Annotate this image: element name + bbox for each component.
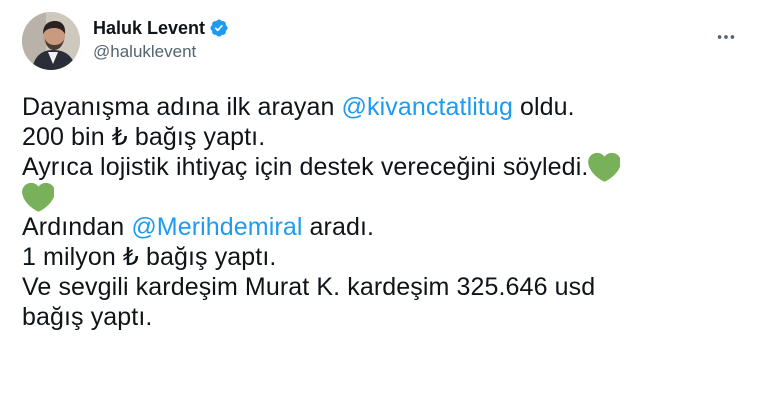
text-segment: Ve sevgili kardeşim Murat K. kardeşim 32… (22, 273, 596, 301)
author-handle[interactable]: @haluklevent (93, 41, 229, 63)
text-segment: Ayrıca lojistik ihtiyaç için destek vere… (22, 153, 589, 181)
tweet-header: Haluk Levent @haluklevent (22, 10, 748, 72)
name-row: Haluk Levent (93, 17, 229, 39)
tweet-line-2: 200 bin ₺ bağış yaptı. (22, 122, 748, 152)
text-segment: Dayanışma adına ilk arayan (22, 93, 342, 121)
mention-link[interactable]: @Merihdemiral (131, 212, 302, 242)
tweet-line-4 (22, 182, 748, 212)
tweet-line-5: Ardından @Merihdemiral aradı. (22, 212, 748, 242)
avatar-photo-icon (22, 12, 80, 70)
tweet-line-6: 1 milyon ₺ bağış yaptı. (22, 242, 748, 272)
tweet-card: Haluk Levent @haluklevent Dayanışma adın… (0, 0, 770, 403)
text-segment: aradı. (302, 213, 375, 241)
text-segment: oldu. (512, 93, 575, 121)
text-segment: bağış yaptı. (22, 303, 153, 331)
tweet-text: Dayanışma adına ilk arayan @kivanctatlit… (22, 92, 748, 332)
verified-badge-icon[interactable] (209, 18, 229, 38)
tweet-line-3: Ayrıca lojistik ihtiyaç için destek vere… (22, 152, 748, 182)
text-segment: 1 milyon ₺ bağış yaptı. (22, 243, 277, 271)
tweet-line-8: bağış yaptı. (22, 302, 748, 332)
text-segment: Ardından (22, 213, 132, 241)
author-names: Haluk Levent @haluklevent (93, 17, 229, 63)
ellipsis-icon (717, 35, 735, 39)
tweet-line-7: Ve sevgili kardeşim Murat K. kardeşim 32… (22, 272, 748, 302)
green-heart-icon (588, 152, 621, 182)
tweet-line-1: Dayanışma adına ilk arayan @kivanctatlit… (22, 92, 748, 122)
text-segment: 200 bin ₺ bağış yaptı. (22, 123, 266, 151)
display-name[interactable]: Haluk Levent (93, 17, 205, 39)
mention-link[interactable]: @kivanctatlitug (342, 92, 513, 122)
green-heart-icon (22, 182, 54, 212)
avatar[interactable] (22, 12, 80, 70)
more-options-button[interactable] (712, 23, 740, 51)
